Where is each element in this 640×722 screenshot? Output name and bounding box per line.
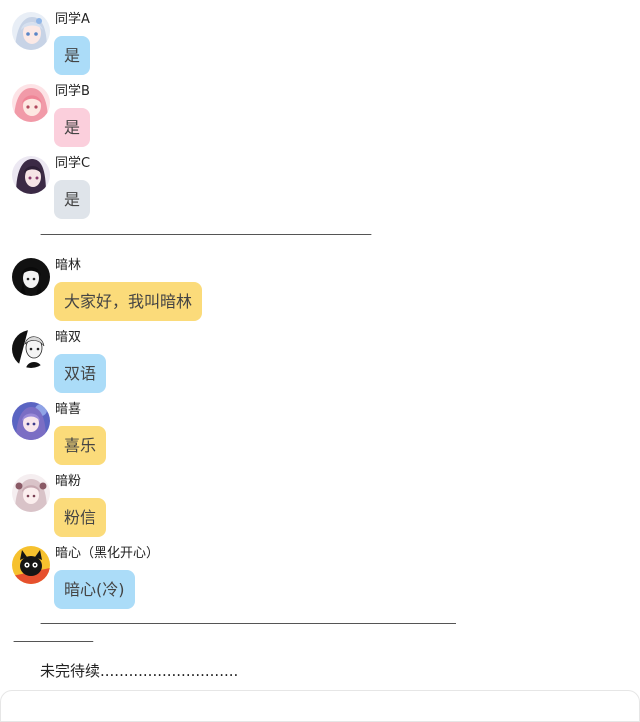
message-bubble[interactable]: 粉信 — [54, 498, 107, 537]
separator-line: ----------------------------------------… — [40, 228, 372, 241]
avatar-pink-hair-girl-icon[interactable] — [12, 84, 50, 122]
to-be-continued-text: 未完待续............................. — [40, 662, 239, 680]
chat-message: 同学B 是 — [12, 84, 612, 150]
sender-name: 暗喜 — [55, 402, 82, 417]
message-bubble[interactable]: 大家好，我叫暗林 — [54, 282, 203, 321]
message-bubble[interactable]: 双语 — [54, 354, 107, 393]
message-bubble[interactable]: 是 — [54, 36, 91, 75]
avatar-monochrome-girl-icon[interactable] — [12, 330, 50, 368]
chat-message: 暗喜 喜乐 — [12, 402, 612, 468]
message-bubble[interactable]: 暗心(冷) — [54, 570, 135, 609]
sender-name: 暗粉 — [55, 474, 82, 489]
separator-line: ----------------------------------------… — [40, 617, 457, 630]
sender-name: 同学A — [55, 12, 90, 27]
chat-message: 暗粉 粉信 — [12, 474, 612, 540]
avatar-black-hair-girl-icon[interactable] — [12, 258, 50, 296]
sender-name: 暗林 — [55, 258, 82, 273]
avatar-dark-hair-girl-icon[interactable] — [12, 156, 50, 194]
sender-name: 暗心（黑化开心） — [55, 546, 160, 561]
chat-message: 暗心（黑化开心） 暗心(冷) — [12, 546, 612, 612]
message-bubble[interactable]: 是 — [54, 108, 91, 147]
avatar-purple-hair-girl-icon[interactable] — [12, 402, 50, 440]
chat-message: 同学C 是 — [12, 156, 612, 222]
message-bubble[interactable]: 是 — [54, 180, 91, 219]
chat-message: 暗林 大家好，我叫暗林 — [12, 258, 612, 324]
chat-message: 暗双 双语 — [12, 330, 612, 396]
chat-message: 同学A 是 — [12, 12, 612, 78]
avatar-black-cat-icon[interactable] — [12, 546, 50, 584]
bottom-card — [0, 690, 640, 722]
message-bubble[interactable]: 喜乐 — [54, 426, 107, 465]
avatar-silver-hair-girl-icon[interactable] — [12, 12, 50, 50]
sender-name: 同学C — [55, 156, 91, 171]
sender-name: 同学B — [55, 84, 90, 99]
avatar-pale-hair-girl-icon[interactable] — [12, 474, 50, 512]
separator-line: ----------------------------- — [13, 635, 94, 648]
sender-name: 暗双 — [55, 330, 82, 345]
